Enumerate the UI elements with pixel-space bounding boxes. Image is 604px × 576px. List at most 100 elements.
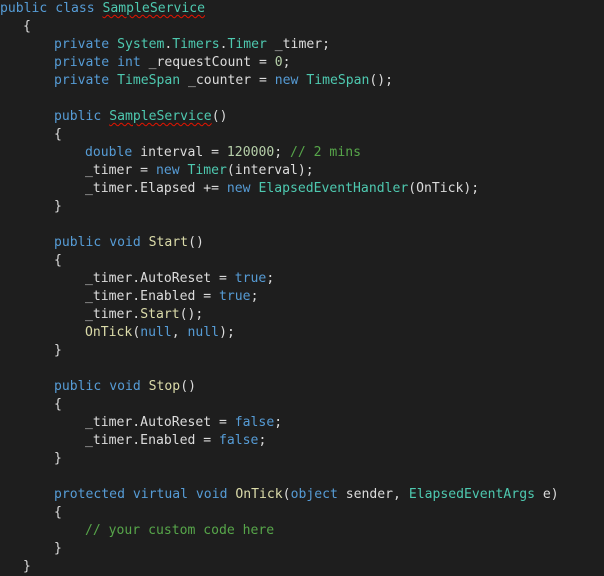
- code-text: }: [54, 451, 62, 466]
- keyword-token: public: [54, 379, 102, 394]
- code-text: ();: [179, 307, 204, 322]
- type-token: ElapsedEventHandler: [258, 181, 409, 196]
- code-text: e): [534, 487, 559, 502]
- keyword-token: public: [0, 1, 48, 16]
- keyword-token: private: [54, 73, 110, 88]
- type-token: System: [117, 37, 165, 52]
- keyword-token: null: [140, 325, 172, 340]
- code-text: }: [23, 559, 31, 574]
- keyword-token: void: [109, 379, 141, 394]
- code-text: }: [54, 199, 62, 214]
- code-line[interactable]: _timer.Start();: [85, 306, 203, 324]
- keyword-token: public: [54, 235, 102, 250]
- keyword-token: class: [55, 1, 95, 16]
- code-line[interactable]: _timer.AutoReset = true;: [85, 270, 274, 288]
- code-text: (interval);: [226, 163, 314, 178]
- code-text: {: [54, 505, 62, 520]
- type-token: Timer: [187, 163, 227, 178]
- code-text: {: [54, 127, 62, 142]
- code-text: );: [219, 325, 235, 340]
- type-token: ElapsedEventArgs: [408, 487, 535, 502]
- code-text: ();: [369, 73, 394, 88]
- code-line[interactable]: _timer.Enabled = false;: [85, 432, 266, 450]
- keyword-token: new: [226, 181, 251, 196]
- code-line[interactable]: private System.Timers.Timer _timer;: [54, 36, 330, 54]
- keyword-token: protected: [54, 487, 125, 502]
- code-line[interactable]: public class SampleService: [0, 0, 205, 18]
- code-line[interactable]: public void Start(): [54, 234, 204, 252]
- code-line[interactable]: private int _requestCount = 0;: [54, 54, 291, 72]
- code-line[interactable]: _timer.AutoReset = false;: [85, 414, 282, 432]
- keyword-token: int: [117, 55, 141, 70]
- code-text: _timer.Enabled =: [85, 289, 220, 304]
- code-line[interactable]: {: [54, 504, 62, 522]
- code-line[interactable]: public void Stop(): [54, 378, 196, 396]
- method-token: Stop: [148, 379, 181, 394]
- number-token: 120000: [226, 145, 275, 160]
- code-text: ;: [250, 289, 259, 304]
- code-line[interactable]: }: [23, 558, 31, 576]
- type-token-error: SampleService: [102, 1, 205, 16]
- number-token: 0: [274, 55, 283, 70]
- keyword-token: new: [155, 163, 180, 178]
- method-token: Start: [140, 307, 180, 322]
- code-line[interactable]: public SampleService(): [54, 108, 227, 126]
- code-line[interactable]: _timer.Elapsed += new ElapsedEventHandle…: [85, 180, 479, 198]
- code-text: sender,: [337, 487, 409, 502]
- keyword-token: void: [195, 487, 228, 502]
- code-editor[interactable]: public class SampleService{private Syste…: [0, 0, 604, 575]
- code-line[interactable]: }: [54, 198, 62, 216]
- keyword-token: false: [234, 415, 275, 430]
- type-token: TimeSpan: [306, 73, 370, 88]
- keyword-token: void: [109, 235, 141, 250]
- code-text: _timer.Enabled =: [85, 433, 220, 448]
- code-line[interactable]: protected virtual void OnTick(object sen…: [54, 486, 559, 504]
- code-text: _timer.AutoReset =: [85, 415, 235, 430]
- keyword-token: object: [290, 487, 338, 502]
- code-text: ,: [171, 325, 188, 340]
- code-text: {: [54, 253, 62, 268]
- code-text: ;: [258, 433, 267, 448]
- code-line[interactable]: }: [54, 540, 62, 558]
- code-line[interactable]: _timer = new Timer(interval);: [85, 162, 314, 180]
- keyword-token: public: [54, 109, 102, 124]
- code-line[interactable]: double interval = 120000; // 2 mins: [85, 144, 361, 162]
- code-text: ;: [282, 55, 291, 70]
- code-line[interactable]: }: [54, 342, 62, 360]
- code-line[interactable]: {: [23, 18, 31, 36]
- code-line[interactable]: OnTick(null, null);: [85, 324, 235, 342]
- code-line[interactable]: {: [54, 396, 62, 414]
- code-text: _counter =: [180, 73, 275, 88]
- keyword-token: false: [219, 433, 259, 448]
- keyword-token: new: [274, 73, 299, 88]
- keyword-token: private: [54, 55, 110, 70]
- comment-token: // 2 mins: [290, 145, 361, 160]
- code-text: interval =: [132, 145, 227, 160]
- code-line[interactable]: _timer.Enabled = true;: [85, 288, 258, 306]
- method-token: Start: [148, 235, 189, 250]
- code-line[interactable]: // your custom code here: [85, 522, 274, 540]
- keyword-token: double: [85, 145, 133, 160]
- code-text: }: [54, 541, 62, 556]
- type-token-error: SampleService: [109, 109, 212, 124]
- code-text: (): [211, 109, 228, 124]
- code-text: _requestCount =: [140, 55, 275, 70]
- code-line[interactable]: {: [54, 126, 62, 144]
- code-line[interactable]: private TimeSpan _counter = new TimeSpan…: [54, 72, 393, 90]
- code-text: (OnTick);: [408, 181, 480, 196]
- type-token: TimeSpan: [117, 73, 181, 88]
- code-text: _timer.: [85, 307, 141, 322]
- code-text: (: [282, 487, 291, 502]
- code-line[interactable]: }: [54, 450, 62, 468]
- method-token: OnTick: [235, 487, 283, 502]
- code-text: ;: [274, 415, 283, 430]
- keyword-token: private: [54, 37, 110, 52]
- code-line[interactable]: {: [54, 252, 62, 270]
